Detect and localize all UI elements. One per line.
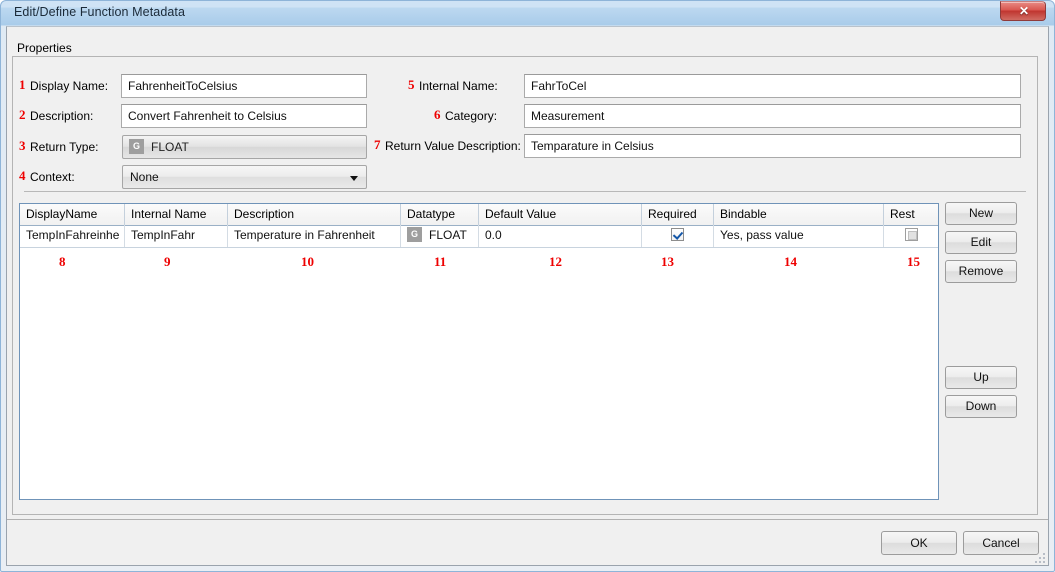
cell-datatype-value: FLOAT (429, 228, 467, 242)
cell-rest[interactable] (884, 225, 938, 247)
window-title: Edit/Define Function Metadata (14, 5, 186, 19)
column-header-rest[interactable]: Rest (884, 204, 938, 225)
context-label: Context: (30, 170, 75, 184)
annotation-number-10: 10 (301, 254, 314, 269)
cell-internal-name: TempInFahr (125, 225, 228, 247)
category-input[interactable]: Measurement (524, 104, 1021, 128)
table-header-row: DisplayName Internal Name Description Da… (20, 204, 938, 226)
category-label: Category: (445, 109, 498, 123)
return-type-value: FLOAT (151, 140, 189, 154)
datatype-badge-icon: G (407, 227, 422, 243)
return-value-description-input[interactable]: Temparature in Celsius (524, 134, 1021, 158)
close-icon: ✕ (1018, 4, 1030, 18)
title-bar: Edit/Define Function Metadata ✕ (0, 0, 1055, 26)
new-button[interactable]: New (945, 202, 1017, 225)
column-header-displayname[interactable]: DisplayName (20, 204, 125, 225)
annotation-number-4: 4 (19, 168, 26, 183)
cancel-button[interactable]: Cancel (963, 531, 1039, 555)
cell-bindable: Yes, pass value (714, 225, 884, 247)
description-input[interactable]: Convert Fahrenheit to Celsius (121, 104, 367, 128)
annotation-number-2: 2 (19, 107, 26, 122)
chevron-down-icon (350, 176, 358, 181)
close-button[interactable]: ✕ (1000, 1, 1046, 21)
edit-button[interactable]: Edit (945, 231, 1017, 254)
move-up-button[interactable]: Up (945, 366, 1017, 389)
annotation-number-1: 1 (19, 77, 26, 92)
annotation-number-3: 3 (19, 138, 26, 153)
cell-datatype: G FLOAT (401, 225, 479, 247)
column-header-default-value[interactable]: Default Value (479, 204, 642, 225)
annotation-number-8: 8 (59, 254, 66, 269)
annotation-number-6: 6 (434, 107, 441, 122)
column-header-description[interactable]: Description (228, 204, 401, 225)
required-checkbox[interactable] (671, 228, 684, 242)
footer-divider (7, 519, 1048, 520)
cell-required[interactable] (642, 225, 714, 247)
column-header-bindable[interactable]: Bindable (714, 204, 884, 225)
display-name-input[interactable]: FahrenheitToCelsius (121, 74, 367, 98)
ok-button[interactable]: OK (881, 531, 957, 555)
annotation-number-9: 9 (164, 254, 171, 269)
display-name-label: Display Name: (30, 79, 109, 93)
column-header-internal-name[interactable]: Internal Name (125, 204, 228, 225)
move-down-button[interactable]: Down (945, 395, 1017, 418)
internal-name-input[interactable]: FahrToCel (524, 74, 1021, 98)
annotation-number-15: 15 (907, 254, 920, 269)
column-header-datatype[interactable]: Datatype (401, 204, 479, 225)
annotation-number-12: 12 (549, 254, 562, 269)
annotation-number-13: 13 (661, 254, 674, 269)
annotation-number-11: 11 (434, 254, 447, 269)
annotation-number-7: 7 (374, 137, 381, 152)
cell-default-value: 0.0 (479, 225, 642, 247)
remove-button[interactable]: Remove (945, 260, 1017, 283)
column-header-required[interactable]: Required (642, 204, 714, 225)
table-row[interactable]: TempInFahreinhe TempInFahr Temperature i… (20, 225, 938, 248)
return-type-label: Return Type: (30, 140, 99, 154)
cell-description: Temperature in Fahrenheit (228, 225, 401, 247)
resize-grip[interactable] (1034, 553, 1047, 566)
application-window: Edit/Define Function Metadata ✕ Properti… (0, 0, 1055, 572)
annotation-number-5: 5 (408, 77, 415, 92)
return-value-description-label: Return Value Description: (385, 139, 521, 153)
cell-displayname: TempInFahreinhe (20, 225, 125, 247)
internal-name-label: Internal Name: (419, 79, 498, 93)
context-combobox[interactable]: None (122, 165, 367, 189)
description-label: Description: (30, 109, 94, 123)
parameters-table: DisplayName Internal Name Description Da… (19, 203, 939, 500)
section-divider (24, 191, 1026, 192)
context-value: None (130, 170, 159, 184)
properties-group-title: Properties (17, 41, 72, 55)
return-type-field[interactable]: G FLOAT (122, 135, 367, 159)
annotation-number-14: 14 (784, 254, 797, 269)
datatype-badge-icon: G (129, 139, 144, 155)
rest-checkbox[interactable] (904, 228, 918, 242)
